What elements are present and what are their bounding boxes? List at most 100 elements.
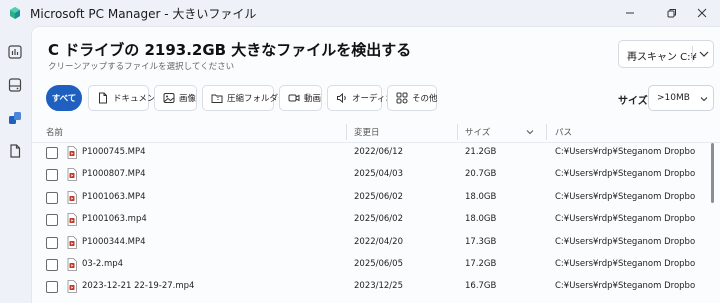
table-row[interactable]: P1001063.MP4 2025/06/02 18.0GB C:¥Users¥rdp… (32, 188, 702, 210)
app-logo-icon (10, 7, 20, 19)
filter-all[interactable]: すべて (46, 85, 82, 111)
nav-apps[interactable] (6, 109, 24, 127)
table-row[interactable]: P1001063.mp4 2025/06/02 18.0GB C:¥Users¥rdp… (32, 210, 702, 232)
filter-other[interactable]: その他 (387, 85, 438, 111)
file-path: C:¥Users¥rdp¥Steganom Dropbox¥... (555, 147, 695, 157)
restore-icon (667, 9, 676, 18)
row-checkbox[interactable] (46, 147, 58, 159)
file-size: 20.7GB (465, 169, 497, 180)
rescan-divider (692, 46, 693, 62)
column-header-name[interactable]: 名前 (46, 126, 63, 138)
chart-icon (8, 45, 22, 59)
file-path: C:¥Users¥rdp¥Steganom Dropbox¥... (555, 169, 695, 180)
audio-icon (337, 92, 346, 104)
filter-documents[interactable]: ドキュメント (88, 85, 164, 111)
minimize-icon (626, 12, 634, 14)
nav-dashboard[interactable] (6, 43, 24, 61)
filter-audio[interactable]: オーディオ (327, 85, 394, 111)
video-icon (288, 94, 300, 102)
video-file-icon (67, 280, 77, 294)
file-path: C:¥Users¥rdp¥Steganom Dropbox¥... (555, 191, 695, 202)
file-name: P1000344.MP4 (82, 236, 146, 247)
filter-zip-folders[interactable]: 圧縮フォルダー (202, 85, 287, 111)
file-date: 2025/06/02 (354, 191, 403, 202)
file-name: P1001063.MP4 (82, 191, 146, 202)
vertical-scrollbar[interactable] (711, 143, 714, 203)
file-size: 18.0GB (465, 214, 497, 225)
column-separator[interactable] (346, 124, 347, 140)
file-name: P1000807.MP4 (82, 169, 146, 180)
file-size: 17.3GB (465, 236, 497, 247)
main-panel: C ドライブの 2193.2GB 大きなファイルを検出する クリーンアップするフ… (31, 26, 720, 303)
filter-all-label: すべて (51, 94, 77, 104)
minimize-button[interactable] (612, 0, 648, 26)
video-file-icon (67, 146, 77, 159)
window-title: Microsoft PC Manager - 大きいファイル (30, 7, 257, 21)
close-icon (697, 8, 707, 18)
file-path: C:¥Users¥rdp¥Steganom Dropbox¥... (555, 214, 695, 225)
page-title: C ドライブの 2193.2GB 大きなファイルを検出する (48, 41, 412, 59)
file-size: 17.2GB (465, 259, 497, 269)
file-date: 2023/12/25 (354, 281, 403, 292)
filter-images[interactable]: 画像 (154, 85, 197, 111)
file-path: C:¥Users¥rdp¥Steganom Dropbox¥... (555, 259, 695, 269)
file-size: 16.7GB (465, 281, 497, 292)
row-checkbox[interactable] (46, 236, 58, 249)
video-file-icon (67, 258, 77, 271)
table-row[interactable]: 03-2.mp4 2025/06/05 17.2GB C:¥Users¥rdp¥Ste… (32, 255, 702, 277)
file-path: C:¥Users¥rdp¥Steganom Dropbox¥... (555, 236, 695, 247)
nav-rail (0, 26, 30, 303)
table-row[interactable]: P1000745.MP4 2022/06/12 21.2GB C:¥Users¥rdp… (32, 143, 702, 165)
column-header-path[interactable]: パス (555, 126, 572, 138)
image-icon (163, 93, 175, 103)
document-icon (99, 92, 107, 104)
file-size: 21.2GB (465, 147, 497, 157)
row-checkbox[interactable] (46, 214, 58, 227)
close-button[interactable] (684, 0, 720, 26)
row-checkbox[interactable] (46, 169, 58, 182)
filter-other-label: その他 (412, 94, 438, 104)
row-checkbox[interactable] (46, 281, 58, 294)
file-path: C:¥Users¥rdp¥Steganom Dropbox¥... (555, 281, 695, 292)
file-size: 18.0GB (465, 191, 497, 202)
file-date: 2022/04/20 (354, 236, 403, 247)
video-file-icon (67, 190, 77, 204)
storage-icon (8, 78, 22, 92)
video-file-icon (67, 213, 77, 227)
table-row[interactable]: P1000807.MP4 2025/04/03 20.7GB C:¥Users¥rdp… (32, 165, 702, 187)
filter-zip-folders-label: 圧縮フォルダー (227, 94, 287, 104)
size-filter-label: サイズ (618, 96, 648, 107)
video-file-icon (67, 235, 77, 249)
chevron-down-icon (700, 97, 708, 102)
rescan-button[interactable]: 再スキャン C:¥ (618, 40, 714, 68)
table-row[interactable]: 2023-12-21 22-19-27.mp4 2023/12/25 16.7GB C… (32, 277, 702, 299)
column-separator[interactable] (546, 124, 547, 140)
file-date: 2022/06/12 (354, 147, 403, 157)
file-name: 2023-12-21 22-19-27.mp4 (82, 281, 195, 292)
file-date: 2025/06/05 (354, 259, 403, 269)
title-bar: Microsoft PC Manager - 大きいファイル (0, 0, 720, 26)
nav-files[interactable] (6, 142, 24, 160)
column-header-date[interactable]: 変更日 (354, 126, 380, 138)
other-icon (396, 92, 408, 104)
file-date: 2025/04/03 (354, 169, 403, 180)
column-separator[interactable] (457, 124, 458, 140)
apps-icon (9, 112, 21, 124)
file-name: P1000745.MP4 (82, 147, 146, 157)
file-icon (10, 144, 21, 158)
row-checkbox[interactable] (46, 259, 58, 271)
page-subtitle: クリーンアップするファイルを選択してください (48, 62, 235, 72)
filter-videos[interactable]: 動画 (279, 85, 322, 111)
size-filter-select[interactable]: >10MB (648, 85, 714, 111)
zip-folder-icon (211, 94, 223, 103)
file-name: 03-2.mp4 (82, 259, 124, 269)
sort-descending-icon (526, 130, 534, 135)
chevron-down-icon[interactable] (697, 48, 711, 60)
file-name: P1001063.mp4 (82, 214, 147, 225)
file-date: 2025/06/02 (354, 214, 403, 225)
column-header-size[interactable]: サイズ (465, 126, 490, 138)
row-checkbox[interactable] (46, 191, 58, 204)
filter-images-label: 画像 (179, 94, 197, 104)
table-row[interactable]: P1000344.MP4 2022/04/20 17.3GB C:¥Users¥rdp… (32, 233, 702, 255)
nav-storage[interactable] (6, 76, 24, 94)
